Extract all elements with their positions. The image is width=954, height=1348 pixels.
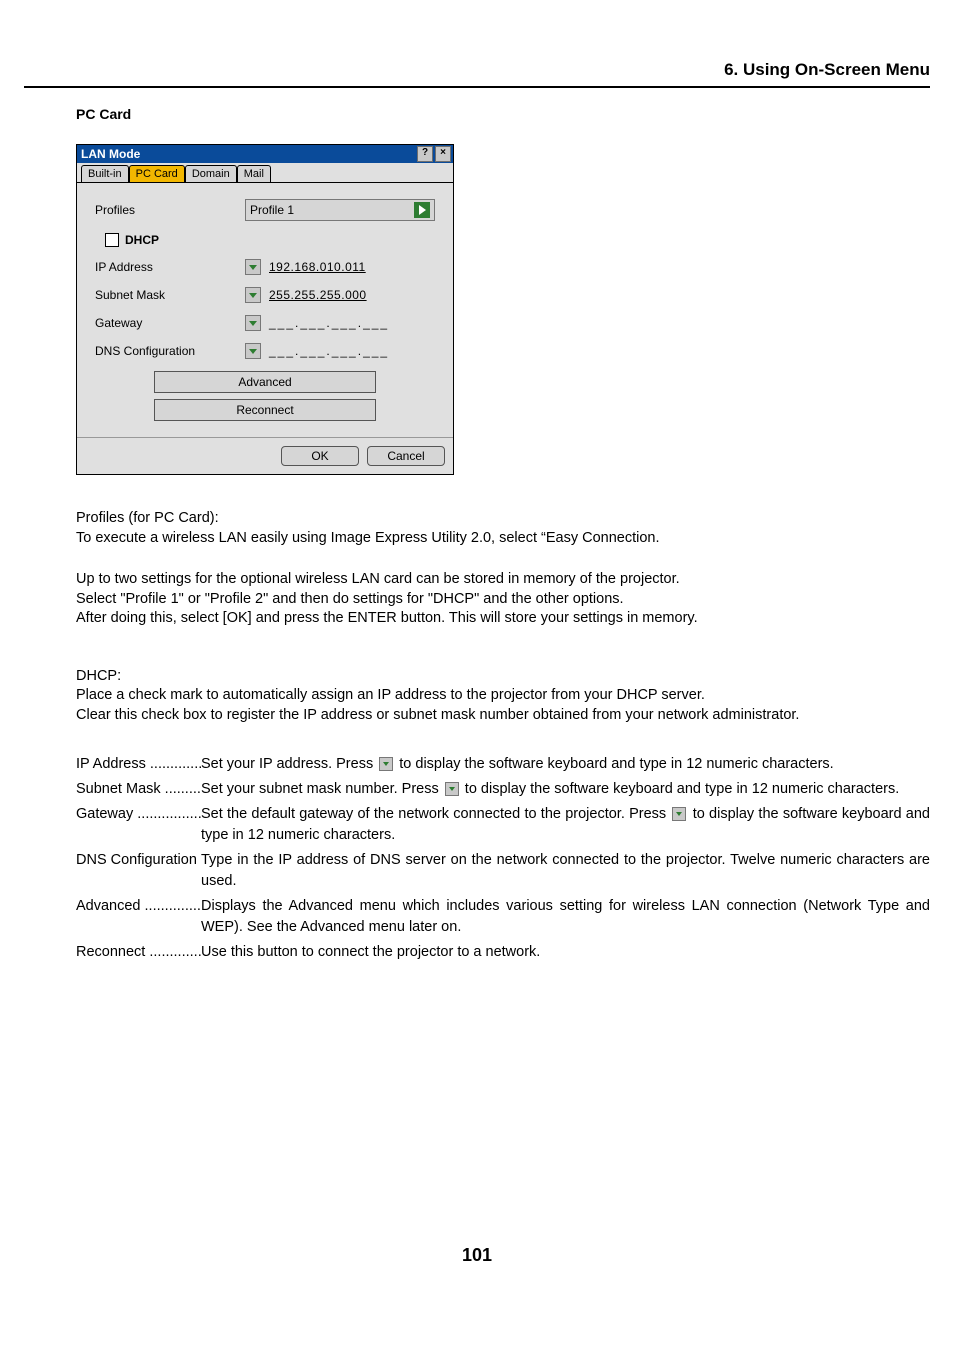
subnet-label: Subnet Mask	[95, 288, 245, 302]
close-icon[interactable]: ×	[435, 146, 451, 162]
help-icon[interactable]: ?	[417, 146, 433, 162]
dialog-title: LAN Mode	[81, 147, 140, 161]
def-dns: DNS Configuration Type in the IP address…	[76, 850, 930, 892]
ip-address-value[interactable]: 192.168.010.011	[269, 260, 366, 274]
para-settings-3: After doing this, select [OK] and press …	[76, 609, 930, 629]
dialog-tabs: Built-in PC Card Domain Mail	[77, 163, 453, 182]
dropdown-icon	[672, 807, 686, 821]
dropdown-icon[interactable]	[245, 259, 261, 275]
reconnect-button[interactable]: Reconnect	[154, 399, 376, 421]
dropdown-icon	[445, 782, 459, 796]
tab-domain[interactable]: Domain	[185, 165, 237, 182]
para-profiles-2: To execute a wireless LAN easily using I…	[76, 529, 930, 549]
tab-built-in[interactable]: Built-in	[81, 165, 129, 182]
cancel-button[interactable]: Cancel	[367, 446, 445, 466]
profiles-value: Profile 1	[250, 203, 414, 217]
tab-mail[interactable]: Mail	[237, 165, 271, 182]
gateway-value[interactable]: ___.___.___.___	[269, 316, 389, 330]
def-gateway: Gateway ................ Set the default…	[76, 804, 930, 846]
dropdown-icon[interactable]	[245, 343, 261, 359]
dialog-titlebar: LAN Mode ? ×	[77, 145, 453, 163]
next-arrow-icon[interactable]	[414, 202, 430, 218]
para-profiles-1: Profiles (for PC Card):	[76, 509, 930, 529]
def-advanced: Advanced .............. Displays the Adv…	[76, 896, 930, 938]
dns-label: DNS Configuration	[95, 344, 245, 358]
para-settings-2: Select "Profile 1" or "Profile 2" and th…	[76, 590, 930, 610]
para-dhcp-2: Place a check mark to automatically assi…	[76, 686, 930, 706]
lan-mode-dialog: LAN Mode ? × Built-in PC Card Domain Mai…	[76, 144, 454, 475]
gateway-label: Gateway	[95, 316, 245, 330]
para-dhcp-3: Clear this check box to register the IP …	[76, 706, 930, 726]
profiles-label: Profiles	[95, 203, 245, 217]
ip-address-label: IP Address	[95, 260, 245, 274]
profiles-select[interactable]: Profile 1	[245, 199, 435, 221]
advanced-button[interactable]: Advanced	[154, 371, 376, 393]
para-settings-1: Up to two settings for the optional wire…	[76, 570, 930, 590]
section-header: 6. Using On-Screen Menu	[24, 60, 930, 86]
def-ip: IP Address ............. Set your IP add…	[76, 754, 930, 775]
dropdown-icon[interactable]	[245, 315, 261, 331]
subnet-value[interactable]: 255.255.255.000	[269, 288, 367, 302]
dhcp-checkbox[interactable]	[105, 233, 119, 247]
header-rule	[24, 86, 930, 88]
def-reconnect: Reconnect ............. Use this button …	[76, 942, 930, 963]
dropdown-icon[interactable]	[245, 287, 261, 303]
subheading-pc-card: PC Card	[76, 106, 930, 122]
tab-pc-card[interactable]: PC Card	[129, 165, 185, 182]
ok-button[interactable]: OK	[281, 446, 359, 466]
def-subnet: Subnet Mask ......... Set your subnet ma…	[76, 779, 930, 800]
para-dhcp-1: DHCP:	[76, 667, 930, 687]
dropdown-icon	[379, 757, 393, 771]
dns-value[interactable]: ___.___.___.___	[269, 344, 389, 358]
page-number: 101	[0, 1245, 954, 1266]
dhcp-label: DHCP	[125, 233, 159, 247]
